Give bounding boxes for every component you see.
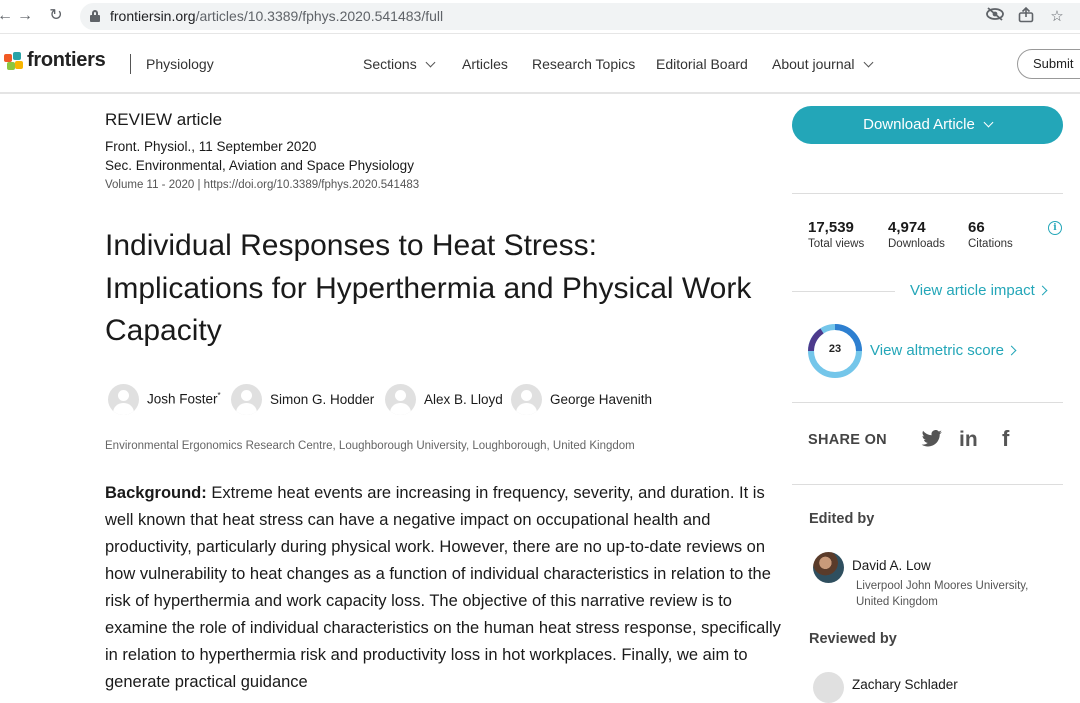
download-article-button[interactable]: Download Article <box>792 106 1063 144</box>
header-divider <box>130 54 131 74</box>
site-header: frontiers Physiology Sections Articles R… <box>0 34 1080 94</box>
nav-research-topics[interactable]: Research Topics <box>532 56 635 72</box>
author-4[interactable]: George Havenith <box>511 383 653 415</box>
nav-editorial-board[interactable]: Editorial Board <box>656 56 748 72</box>
share-on-label: SHARE ON <box>808 432 887 448</box>
edited-by-heading: Edited by <box>809 511 875 527</box>
article-type: REVIEW article <box>105 110 223 129</box>
url-host: frontiersin.org <box>110 8 196 24</box>
url-path: /articles/10.3389/fphys.2020.541483/full <box>195 8 444 24</box>
metric-label: Downloads <box>888 238 945 250</box>
abstract-label: Background: <box>105 484 207 502</box>
nav-about-journal-label: About journal <box>772 56 855 72</box>
altmetric-score: 23 <box>828 343 842 355</box>
frontiers-logo-icon[interactable] <box>4 52 24 74</box>
twitter-icon[interactable] <box>921 430 943 454</box>
nav-articles[interactable]: Articles <box>462 56 508 72</box>
download-label: Download Article <box>863 116 975 133</box>
volume-doi[interactable]: Volume 11 - 2020 | https://doi.org/10.33… <box>105 179 419 191</box>
avatar-placeholder-icon <box>108 383 139 415</box>
editor-avatar[interactable] <box>813 552 844 583</box>
affiliation: Environmental Ergonomics Research Centre… <box>105 440 635 452</box>
submit-button[interactable]: Submit <box>1017 49 1080 79</box>
altmetric-badge[interactable]: 23 <box>808 324 862 378</box>
view-altmetric-score-link[interactable]: View altmetric score <box>870 342 1017 359</box>
avatar-placeholder-icon <box>231 383 262 415</box>
nav-sections[interactable]: Sections <box>363 56 436 72</box>
share-divider-bottom <box>792 484 1063 485</box>
author-1[interactable]: Josh Foster* <box>108 383 221 415</box>
metric-citations: 66 Citations <box>968 219 1013 250</box>
metric-value: 17,539 <box>808 219 854 236</box>
share-divider-top <box>792 402 1063 403</box>
nav-sections-label: Sections <box>363 56 417 72</box>
avatar-placeholder-icon <box>511 383 542 415</box>
reload-icon[interactable]: ↻ <box>45 5 67 27</box>
logo-wordmark[interactable]: frontiers <box>27 49 106 72</box>
avatar-placeholder-icon <box>385 383 416 415</box>
chevron-right-icon <box>1037 285 1048 296</box>
chevron-down-icon <box>863 57 873 68</box>
facebook-icon[interactable]: f <box>1002 426 1009 451</box>
abstract-text: Extreme heat events are increasing in fr… <box>105 484 781 691</box>
star-icon[interactable]: ☆ <box>1047 7 1067 27</box>
metric-value: 4,974 <box>888 219 926 236</box>
lock-icon <box>90 10 100 22</box>
editor-affiliation: Liverpool John Moores University, United… <box>856 580 1029 608</box>
author-name: Alex B. Lloyd <box>424 391 503 407</box>
info-icon[interactable]: i <box>1048 221 1062 235</box>
article-section[interactable]: Sec. Environmental, Aviation and Space P… <box>105 158 414 173</box>
eye-off-icon[interactable] <box>985 7 1005 27</box>
url-text[interactable]: frontiersin.org/articles/10.3389/fphys.2… <box>110 8 443 24</box>
linkedin-icon[interactable]: in <box>959 428 978 452</box>
metric-total-views: 17,539 Total views <box>808 219 864 250</box>
editor-name[interactable]: David A. Low <box>852 558 931 573</box>
author-name: George Havenith <box>550 391 653 407</box>
impact-link-label: View article impact <box>910 282 1035 299</box>
sidebar-divider <box>792 193 1063 194</box>
journal-date: Front. Physiol., 11 September 2020 <box>105 139 317 154</box>
reviewed-by-heading: Reviewed by <box>809 631 897 647</box>
chevron-down-icon <box>983 117 994 128</box>
metric-downloads: 4,974 Downloads <box>888 219 945 250</box>
author-3[interactable]: Alex B. Lloyd <box>385 383 503 415</box>
share-icon[interactable] <box>1016 6 1036 27</box>
metric-label: Citations <box>968 238 1013 250</box>
browser-toolbar: ← → ↻ frontiersin.org/articles/10.3389/f… <box>0 0 1080 34</box>
chevron-down-icon <box>425 57 436 68</box>
author-name: Josh Foster* <box>147 391 221 407</box>
reviewer-avatar[interactable] <box>813 672 844 703</box>
chevron-right-icon <box>1006 345 1017 356</box>
address-bar[interactable]: frontiersin.org/articles/10.3389/fphys.2… <box>80 3 1080 30</box>
article-title: Individual Responses to Heat Stress: Imp… <box>105 229 752 347</box>
author-name: Simon G. Hodder <box>270 391 375 407</box>
abstract: Background: Extreme heat events are incr… <box>105 480 785 696</box>
journal-name[interactable]: Physiology <box>146 56 214 72</box>
view-article-impact-link[interactable]: View article impact <box>910 282 1048 299</box>
metric-value: 66 <box>968 219 985 236</box>
impact-divider <box>792 291 895 292</box>
altmetric-link-label: View altmetric score <box>870 342 1004 359</box>
metric-label: Total views <box>808 238 865 250</box>
nav-about-journal[interactable]: About journal <box>772 56 873 72</box>
forward-arrow-icon[interactable]: → <box>14 5 36 27</box>
reviewer-name[interactable]: Zachary Schlader <box>852 677 958 692</box>
author-2[interactable]: Simon G. Hodder <box>231 383 375 415</box>
